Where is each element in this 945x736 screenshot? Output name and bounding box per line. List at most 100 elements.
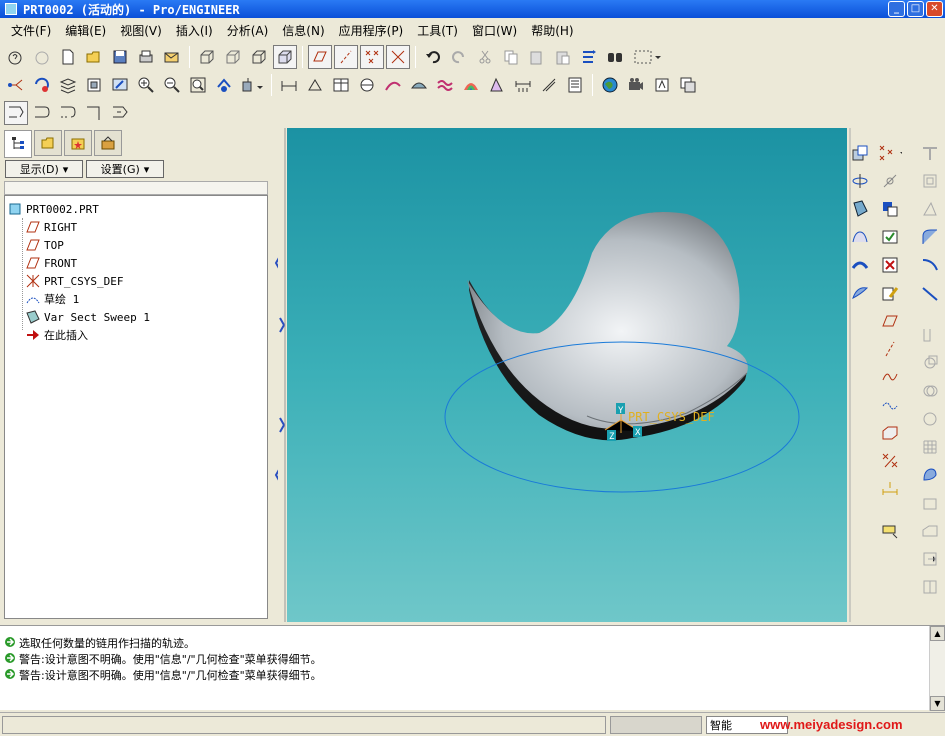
copy-feature-icon[interactable]: [878, 197, 902, 221]
annotation-feature-icon[interactable]: [878, 519, 902, 543]
paste-special-icon[interactable]: [551, 45, 575, 69]
mass-properties-icon[interactable]: [563, 73, 587, 97]
thicken-icon[interactable]: [918, 407, 942, 431]
wireframe-icon[interactable]: [195, 45, 219, 69]
model-tree[interactable]: PRT0002.PRT RIGHT TOP FRONT PRT_CSYS_DEF…: [4, 195, 268, 619]
section-curvature-icon[interactable]: [407, 73, 431, 97]
draft-analysis-icon[interactable]: [485, 73, 509, 97]
send-mail-icon[interactable]: [160, 45, 184, 69]
rib-icon[interactable]: [918, 141, 942, 165]
tree-item-top[interactable]: TOP: [26, 236, 64, 254]
offset-icon[interactable]: [918, 379, 942, 403]
datum-planes-toggle-icon[interactable]: [308, 45, 332, 69]
repaint-icon[interactable]: [108, 73, 132, 97]
tree-item-right[interactable]: RIGHT: [26, 218, 77, 236]
extrude-icon[interactable]: [878, 421, 902, 445]
help-disabled-icon[interactable]: [30, 45, 54, 69]
menu-view[interactable]: 视图(V): [113, 22, 169, 39]
filter-features-icon[interactable]: [4, 101, 28, 125]
context-help-icon[interactable]: [4, 45, 28, 69]
pattern-icon[interactable]: [918, 435, 942, 459]
curvature-icon[interactable]: [381, 73, 405, 97]
layers-manager-icon[interactable]: [30, 73, 54, 97]
undo-icon[interactable]: [421, 45, 445, 69]
shading-icon[interactable]: [273, 45, 297, 69]
saved-views-icon[interactable]: [238, 73, 266, 97]
intersect-icon[interactable]: [918, 547, 942, 571]
globe-browser-icon[interactable]: [598, 73, 622, 97]
settings-dropdown[interactable]: 设置(G) ▾: [86, 160, 164, 178]
tree-item-root[interactable]: PRT0002.PRT: [8, 200, 99, 218]
minimize-button[interactable]: _: [888, 1, 905, 17]
view-manager-icon[interactable]: [82, 73, 106, 97]
redo-icon[interactable]: [447, 45, 471, 69]
solidify-icon[interactable]: [918, 463, 942, 487]
project-icon[interactable]: [918, 491, 942, 515]
menu-file[interactable]: 文件(F): [4, 22, 58, 39]
dihedral-icon[interactable]: [537, 73, 561, 97]
menu-edit[interactable]: 编辑(E): [58, 22, 113, 39]
refit-icon[interactable]: [186, 73, 210, 97]
tab-connections[interactable]: [94, 130, 122, 156]
tab-favorites[interactable]: [64, 130, 92, 156]
variable-sweep-icon[interactable]: [848, 253, 872, 277]
datum-point-tool-icon[interactable]: [878, 141, 902, 165]
tree-item-sweep[interactable]: Var Sect Sweep 1: [26, 308, 150, 326]
save-icon[interactable]: [108, 45, 132, 69]
delete-feature-icon[interactable]: [878, 253, 902, 277]
sweep-tool-icon[interactable]: [848, 197, 872, 221]
zoom-out-icon[interactable]: [160, 73, 184, 97]
menu-analysis[interactable]: 分析(A): [220, 22, 276, 39]
display-dropdown[interactable]: 显示(D) ▾: [5, 160, 83, 178]
datum-axis-tool-icon[interactable]: [878, 169, 902, 193]
tree-item-sketch[interactable]: 草绘 1: [26, 290, 79, 308]
zoom-in-icon[interactable]: [134, 73, 158, 97]
menu-window[interactable]: 窗口(W): [465, 22, 524, 39]
new-file-icon[interactable]: [56, 45, 80, 69]
merge-icon[interactable]: [918, 323, 942, 347]
surface-finish-icon[interactable]: [355, 73, 379, 97]
scroll-down-icon[interactable]: ▼: [930, 696, 945, 711]
offset-analysis-icon[interactable]: [433, 73, 457, 97]
model-tree-display-icon[interactable]: [4, 73, 28, 97]
open-folder-icon[interactable]: [82, 45, 106, 69]
selection-box-icon[interactable]: [629, 45, 665, 69]
tree-item-insert-here[interactable]: 在此插入: [26, 326, 88, 344]
cut-icon[interactable]: [473, 45, 497, 69]
round-icon[interactable]: [918, 225, 942, 249]
message-scrollbar[interactable]: ▲ ▼: [929, 626, 945, 711]
viewport-splitter[interactable]: [278, 128, 287, 622]
blend-icon[interactable]: [848, 225, 872, 249]
graphics-window[interactable]: Y X Z PRT_CSYS_DEF: [287, 128, 847, 622]
point-offset-csys-icon[interactable]: [878, 449, 902, 473]
edit-definition-icon[interactable]: [878, 281, 902, 305]
measure-distance-icon[interactable]: [878, 477, 902, 501]
extend-icon[interactable]: [918, 281, 942, 305]
filter-datum-icon[interactable]: [56, 101, 80, 125]
sweep-model[interactable]: [467, 212, 748, 441]
menu-applications[interactable]: 应用程序(P): [332, 22, 411, 39]
sketched-datum-curve-icon[interactable]: [878, 393, 902, 417]
tab-model-tree[interactable]: [4, 130, 32, 158]
copy-icon[interactable]: [499, 45, 523, 69]
shaded-curvature-icon[interactable]: [459, 73, 483, 97]
note-table-icon[interactable]: [329, 73, 353, 97]
revolve-icon[interactable]: [848, 169, 872, 193]
filter-quilt-icon[interactable]: [82, 101, 106, 125]
dimension-icon[interactable]: [277, 73, 301, 97]
trim-icon[interactable]: [918, 351, 942, 375]
paste-icon[interactable]: [525, 45, 549, 69]
hidden-line-icon[interactable]: [221, 45, 245, 69]
boundary-blend-icon[interactable]: [848, 281, 872, 305]
annotation-icon[interactable]: [650, 73, 674, 97]
find-icon[interactable]: [603, 45, 627, 69]
maximize-button[interactable]: □: [907, 1, 924, 17]
menu-insert[interactable]: 插入(I): [169, 22, 220, 39]
close-button[interactable]: ✕: [926, 1, 943, 17]
csys-toggle-icon[interactable]: [386, 45, 410, 69]
datum-points-toggle-icon[interactable]: [360, 45, 384, 69]
no-hidden-icon[interactable]: [247, 45, 271, 69]
hole-icon[interactable]: [848, 141, 872, 165]
check-feature-icon[interactable]: [878, 225, 902, 249]
measure-icon[interactable]: [511, 73, 535, 97]
